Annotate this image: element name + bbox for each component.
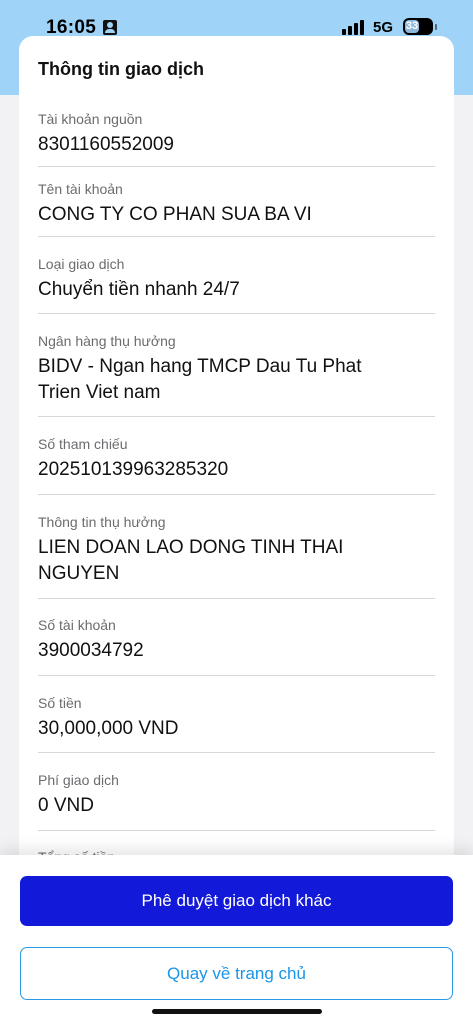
transaction-info-card: Thông tin giao dịch Tài khoản nguồn 8301… [19, 36, 454, 936]
person-icon [103, 20, 117, 35]
field-value-line2: Trien Viet nam [38, 382, 161, 403]
field-value-line2: NGUYEN [38, 563, 120, 584]
field-label: Loại giao dịch [38, 256, 125, 272]
field-label: Tên tài khoản [38, 181, 123, 197]
divider [38, 675, 435, 676]
field-value: 3900034792 [38, 640, 144, 661]
approve-other-transaction-button[interactable]: Phê duyệt giao dịch khác [20, 876, 453, 926]
divider [38, 236, 435, 237]
divider [38, 830, 435, 831]
battery-icon: 33 [403, 18, 433, 35]
divider [38, 598, 435, 599]
field-transaction-type: Loại giao dịch Chuyển tiền nhanh 24/7 [38, 255, 435, 303]
field-beneficiary-info: Thông tin thụ hưởng LIEN DOAN LAO DONG T… [38, 513, 435, 587]
field-reference-number: Số tham chiếu 202510139963285320 [38, 435, 435, 483]
field-label: Số tiền [38, 695, 82, 711]
divider [38, 494, 435, 495]
home-indicator [152, 1009, 322, 1014]
divider [38, 166, 435, 167]
field-label: Số tham chiếu [38, 436, 128, 452]
bottom-action-panel: Phê duyệt giao dịch khác Quay về trang c… [0, 855, 473, 1024]
field-label: Thông tin thụ hưởng [38, 514, 166, 530]
divider [38, 313, 435, 314]
field-account-name: Tên tài khoản CONG TY CO PHAN SUA BA VI [38, 180, 435, 228]
field-label: Tài khoản nguồn [38, 111, 143, 127]
battery-level: 33 [405, 20, 419, 33]
card-title: Thông tin giao dịch [38, 59, 204, 79]
field-value: 202510139963285320 [38, 459, 229, 480]
field-value: BIDV - Ngan hang TMCP Dau Tu Phat [38, 356, 362, 377]
field-value: 30,000,000 VND [38, 718, 179, 739]
field-account-number: Số tài khoản 3900034792 [38, 616, 435, 664]
field-value: 0 VND [38, 795, 94, 816]
field-value: LIEN DOAN LAO DONG TINH THAI [38, 537, 344, 558]
field-transaction-fee: Phí giao dịch 0 VND [38, 771, 435, 819]
battery-tip [435, 24, 437, 30]
network-label: 5G [373, 19, 394, 36]
divider [38, 752, 435, 753]
signal-icon [342, 19, 366, 35]
divider [38, 416, 435, 417]
field-beneficiary-bank: Ngân hàng thụ hưởng BIDV - Ngan hang TMC… [38, 332, 435, 406]
field-source-account: Tài khoản nguồn 8301160552009 [38, 110, 435, 158]
field-amount: Số tiền 30,000,000 VND [38, 694, 435, 742]
field-label: Ngân hàng thụ hưởng [38, 333, 176, 349]
go-home-button[interactable]: Quay về trang chủ [20, 947, 453, 1000]
field-value: Chuyển tiền nhanh 24/7 [38, 279, 240, 300]
field-value: CONG TY CO PHAN SUA BA VI [38, 204, 312, 225]
field-value: 8301160552009 [38, 134, 174, 155]
field-label: Số tài khoản [38, 617, 116, 633]
field-label: Phí giao dịch [38, 772, 119, 788]
